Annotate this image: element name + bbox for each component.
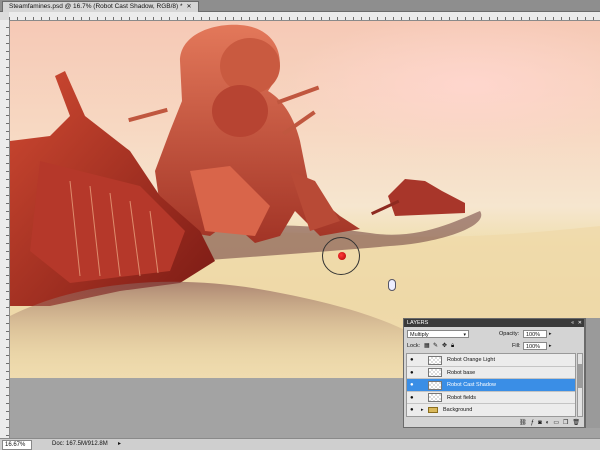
footer-icons: ⛓ ƒ ◙ ◐ ▭ ❐ 🗑︎ <box>519 419 580 427</box>
vertical-ruler[interactable] <box>0 20 10 438</box>
panel-close-icon[interactable]: ✕ <box>578 319 582 327</box>
layers-panel-header[interactable]: LAYERS « ✕ <box>404 319 584 327</box>
eye-icon[interactable]: ● <box>410 357 417 363</box>
fill-field[interactable]: 100% <box>523 342 547 350</box>
layer-thumbnail <box>428 355 442 365</box>
new-group-icon[interactable]: ▭ <box>553 419 559 427</box>
new-layer-icon[interactable]: ❐ <box>563 419 568 427</box>
lock-icons: ▦ ✎ ✥ 🔒︎ <box>424 343 457 349</box>
panel-dock-strip <box>585 318 600 428</box>
eye-icon[interactable]: ● <box>410 395 417 401</box>
eye-icon[interactable]: ● <box>410 407 417 413</box>
expand-triangle-icon[interactable]: ▸ <box>421 407 424 413</box>
scrollbar-thumb[interactable] <box>578 364 582 388</box>
layer-thumbnail <box>428 393 442 402</box>
layer-name: Robot Cast Shadow <box>447 382 496 388</box>
status-menu-arrow-icon[interactable]: ▸ <box>118 439 121 450</box>
blend-row: Multiply ▾ Opacity: 100% ▸ <box>407 330 581 339</box>
mask-icon[interactable]: ◙ <box>538 419 542 427</box>
layer-row-robot-fields[interactable]: ● Robot fields <box>407 392 575 404</box>
layer-thumbnail <box>428 380 442 390</box>
brush-color-dot <box>338 252 346 260</box>
layers-panel-footer: ⛓ ƒ ◙ ◐ ▭ ❐ 🗑︎ <box>406 419 582 427</box>
layer-row-background[interactable]: ● ▸ Background <box>407 404 575 416</box>
layer-list-scrollbar[interactable] <box>577 353 583 417</box>
close-icon[interactable]: ✕ <box>187 4 192 10</box>
layer-name: Robot Orange Light <box>447 357 496 363</box>
layer-row-robot-base[interactable]: ● Robot base <box>407 367 575 379</box>
layer-name: Robot base <box>447 369 476 376</box>
layer-thumbnail <box>428 368 442 377</box>
lock-pixels-icon[interactable]: ✎ <box>433 343 439 349</box>
minimize-icon[interactable]: « <box>571 319 574 327</box>
folder-icon <box>428 407 438 413</box>
link-icon[interactable]: ⛓ <box>519 419 527 427</box>
opacity-field[interactable]: 100% <box>523 330 547 338</box>
opacity-label: Opacity: <box>499 331 520 337</box>
blend-mode-value: Multiply <box>410 332 429 338</box>
layers-panel: LAYERS « ✕ Multiply ▾ Opacity: 100% ▸ Lo… <box>403 318 585 428</box>
layer-name: Background <box>443 407 473 413</box>
distant-vehicle <box>370 179 465 216</box>
document-tab-title: Steamfamines.psd @ 16.7% (Robot Cast Sha… <box>9 3 183 10</box>
adjustment-icon[interactable]: ◐ <box>546 419 550 427</box>
lock-transparency-icon[interactable]: ▦ <box>424 343 430 349</box>
horizontal-ruler[interactable] <box>9 12 600 21</box>
status-bar: 16.67% Doc: 167.5M/912.8M ▸ <box>0 438 600 450</box>
layer-list: ● Robot Orange Light ● Robot base ● Robo… <box>406 353 576 417</box>
eye-icon[interactable]: ● <box>410 382 417 388</box>
document-size: Doc: 167.5M/912.8M <box>52 441 108 447</box>
trash-icon[interactable]: 🗑︎ <box>572 419 580 427</box>
fill-label: Fill: <box>512 343 521 349</box>
layer-row-robot-orange-light[interactable]: ● Robot Orange Light <box>407 354 575 367</box>
fill-arrow-icon[interactable]: ▸ <box>549 342 552 351</box>
blend-mode-select[interactable]: Multiply ▾ <box>407 330 469 338</box>
lock-row: Lock: ▦ ✎ ✥ 🔒︎ Fill: 100% ▸ <box>407 342 581 351</box>
document-tab-bar: Steamfamines.psd @ 16.7% (Robot Cast Sha… <box>0 0 600 12</box>
lock-label: Lock: <box>407 343 421 349</box>
document-tab[interactable]: Steamfamines.psd @ 16.7% (Robot Cast Sha… <box>2 1 199 12</box>
layer-name: Robot fields <box>447 394 477 401</box>
layers-panel-title: LAYERS <box>407 320 429 326</box>
layer-row-robot-cast-shadow[interactable]: ● Robot Cast Shadow <box>407 379 575 392</box>
opacity-arrow-icon[interactable]: ▸ <box>549 330 552 339</box>
mouse-icon <box>388 279 396 291</box>
chevron-down-icon: ▾ <box>463 332 466 338</box>
fx-icon[interactable]: ƒ <box>531 419 534 427</box>
lock-all-icon[interactable]: 🔒︎ <box>451 343 457 349</box>
lock-position-icon[interactable]: ✥ <box>442 343 448 349</box>
eye-icon[interactable]: ● <box>410 370 417 376</box>
